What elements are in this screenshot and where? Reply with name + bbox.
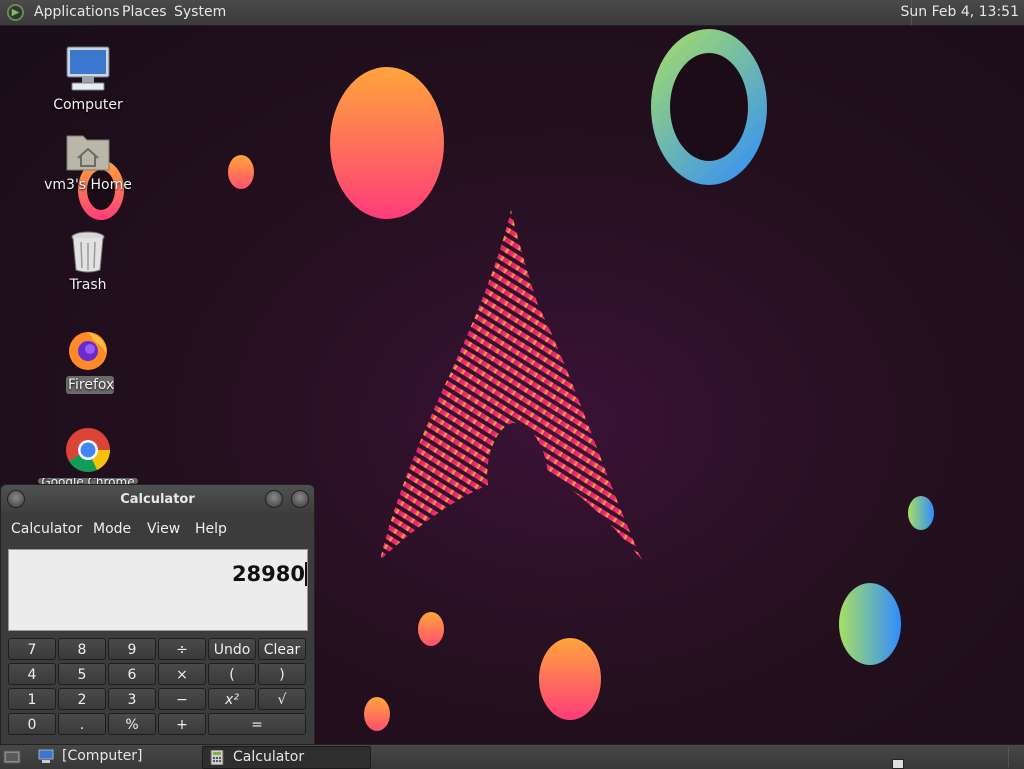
taskbar-item-calculator[interactable]: Calculator xyxy=(202,746,371,769)
key-open-paren[interactable]: ( xyxy=(208,663,256,685)
desktop-icon-trash[interactable]: Trash xyxy=(38,228,138,298)
desktop-icon-label: vm3's Home xyxy=(44,177,132,193)
menu-calculator[interactable]: Calculator xyxy=(11,521,82,537)
computer-icon xyxy=(66,46,110,91)
orb-small xyxy=(228,155,254,189)
home-folder-icon xyxy=(66,135,110,171)
key-9[interactable]: 9 xyxy=(108,638,156,660)
orb-green-large xyxy=(839,583,901,665)
desktop-icon-firefox[interactable]: Firefox xyxy=(38,325,138,395)
key-sqrt[interactable]: √ xyxy=(258,688,306,710)
desktop-icon-label: Trash xyxy=(69,277,107,293)
key-6[interactable]: 6 xyxy=(108,663,156,685)
key-1[interactable]: 1 xyxy=(8,688,56,710)
taskbar-item-label: [Computer] xyxy=(62,748,143,764)
calculator-icon xyxy=(210,750,224,765)
chrome-icon xyxy=(66,428,110,472)
trash-icon xyxy=(71,231,105,273)
orb-large xyxy=(330,67,444,219)
key-7[interactable]: 7 xyxy=(8,638,56,660)
applications-menu[interactable]: Applications xyxy=(34,4,120,20)
desktop-icon-label: Firefox xyxy=(66,376,115,394)
key-square[interactable]: x² xyxy=(208,688,256,710)
key-3[interactable]: 3 xyxy=(108,688,156,710)
calculator-display[interactable]: 28980 xyxy=(8,549,308,631)
menu-mode[interactable]: Mode xyxy=(93,521,131,537)
key-percent[interactable]: % xyxy=(108,713,156,735)
key-divide[interactable]: ÷ xyxy=(158,638,206,660)
display-value: 28980 xyxy=(231,562,305,586)
key-subtract[interactable]: − xyxy=(158,688,206,710)
ring-large-hole xyxy=(670,53,748,161)
desktop-icon-chrome[interactable]: Google Chrome xyxy=(38,426,138,484)
calculator-titlebar[interactable]: Calculator xyxy=(1,485,314,513)
workspace-separator xyxy=(1008,747,1009,767)
clock[interactable]: Sun Feb 4, 13:51 xyxy=(901,4,1019,20)
key-0[interactable]: 0 xyxy=(8,713,56,735)
key-clear[interactable]: Clear xyxy=(258,638,306,660)
system-menu[interactable]: System xyxy=(174,4,226,20)
bottom-panel: [Computer] Calculator xyxy=(0,744,1024,769)
key-decimal[interactable]: . xyxy=(58,713,106,735)
distro-logo-icon[interactable] xyxy=(6,3,25,22)
key-5[interactable]: 5 xyxy=(58,663,106,685)
calculator-menubar: Calculator Mode View Help xyxy=(1,521,314,541)
desktop-icon-computer[interactable]: Computer xyxy=(38,45,138,115)
key-2[interactable]: 2 xyxy=(58,688,106,710)
computer-icon xyxy=(38,749,54,763)
orb-orange-3 xyxy=(364,697,390,731)
orb-green-small xyxy=(908,496,934,530)
calculator-window: Calculator Calculator Mode View Help 289… xyxy=(0,484,315,745)
taskbar-item-label: Calculator xyxy=(233,749,305,765)
key-equals[interactable]: = xyxy=(208,713,306,735)
arch-logo xyxy=(380,210,642,560)
clock-applet[interactable]: Sun Feb 4, 13:51 xyxy=(901,0,1024,25)
key-undo[interactable]: Undo xyxy=(208,638,256,660)
key-add[interactable]: + xyxy=(158,713,206,735)
key-multiply[interactable]: × xyxy=(158,663,206,685)
menu-help[interactable]: Help xyxy=(195,521,227,537)
maximize-button[interactable] xyxy=(291,490,309,508)
show-desktop-icon[interactable] xyxy=(3,749,21,765)
places-menu[interactable]: Places xyxy=(122,4,167,20)
orb-orange-2 xyxy=(539,638,601,720)
text-cursor xyxy=(305,562,307,586)
key-4[interactable]: 4 xyxy=(8,663,56,685)
key-close-paren[interactable]: ) xyxy=(258,663,306,685)
desktop-icon-label: Computer xyxy=(53,97,123,113)
menu-view[interactable]: View xyxy=(147,521,180,537)
key-8[interactable]: 8 xyxy=(58,638,106,660)
orb-orange-1 xyxy=(418,612,444,646)
desktop-icon-home[interactable]: vm3's Home xyxy=(38,128,138,198)
taskbar-item-computer[interactable]: [Computer] xyxy=(32,746,198,767)
minimize-button[interactable] xyxy=(265,490,283,508)
firefox-icon xyxy=(69,332,107,370)
top-panel: Applications Places System Sun Feb 4, 13… xyxy=(0,0,1024,26)
